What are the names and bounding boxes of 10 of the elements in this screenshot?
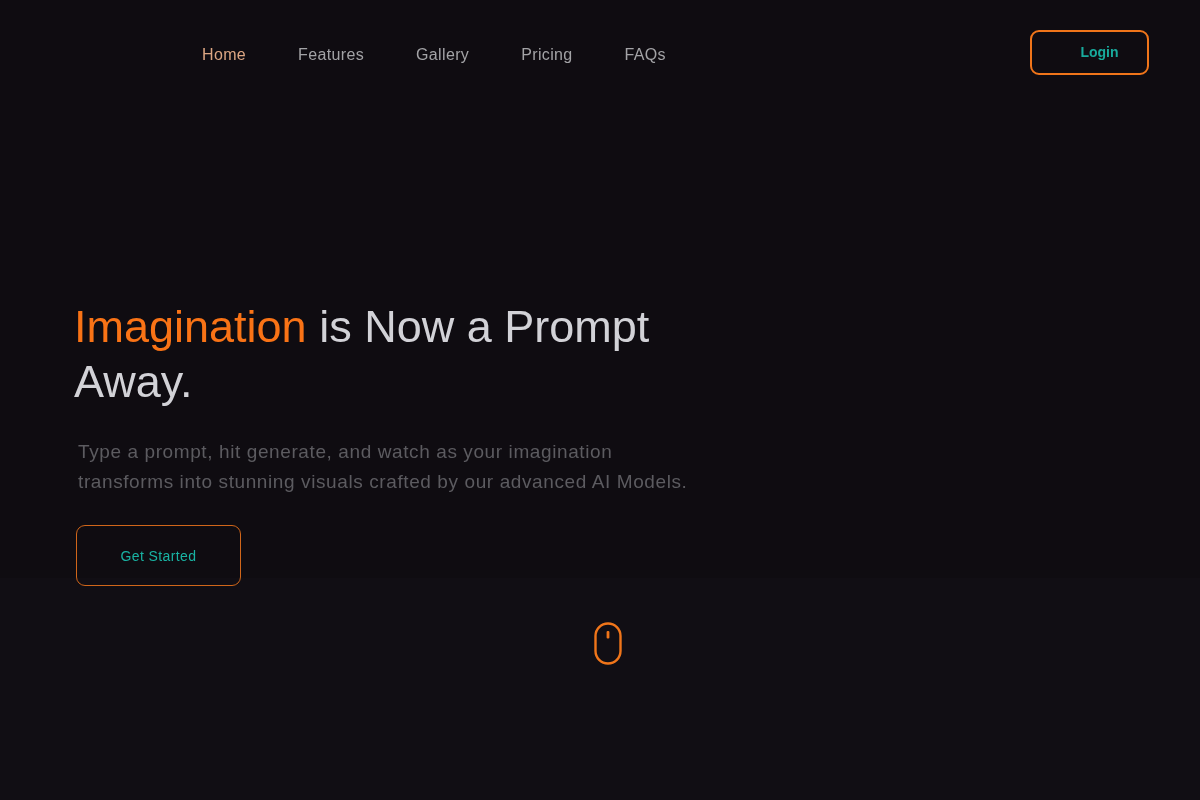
- login-button[interactable]: Login: [1030, 30, 1149, 75]
- nav-link[interactable]: FAQs: [624, 45, 666, 64]
- nav-link[interactable]: Home: [202, 45, 247, 64]
- nav-link[interactable]: Pricing: [521, 45, 573, 64]
- hero-description: Type a prompt, hit generate, and watch as your imagination transforms into stunning visuals crafted by our advanced AI Models.: [78, 440, 689, 494]
- mouse-icon: [594, 622, 622, 665]
- get-started-button[interactable]: Get Started: [76, 525, 241, 586]
- nav-link[interactable]: Features: [298, 45, 365, 64]
- hero-heading: Imagination is Now a Prompt Away.: [74, 300, 651, 409]
- nav-link[interactable]: Gallery: [416, 45, 470, 64]
